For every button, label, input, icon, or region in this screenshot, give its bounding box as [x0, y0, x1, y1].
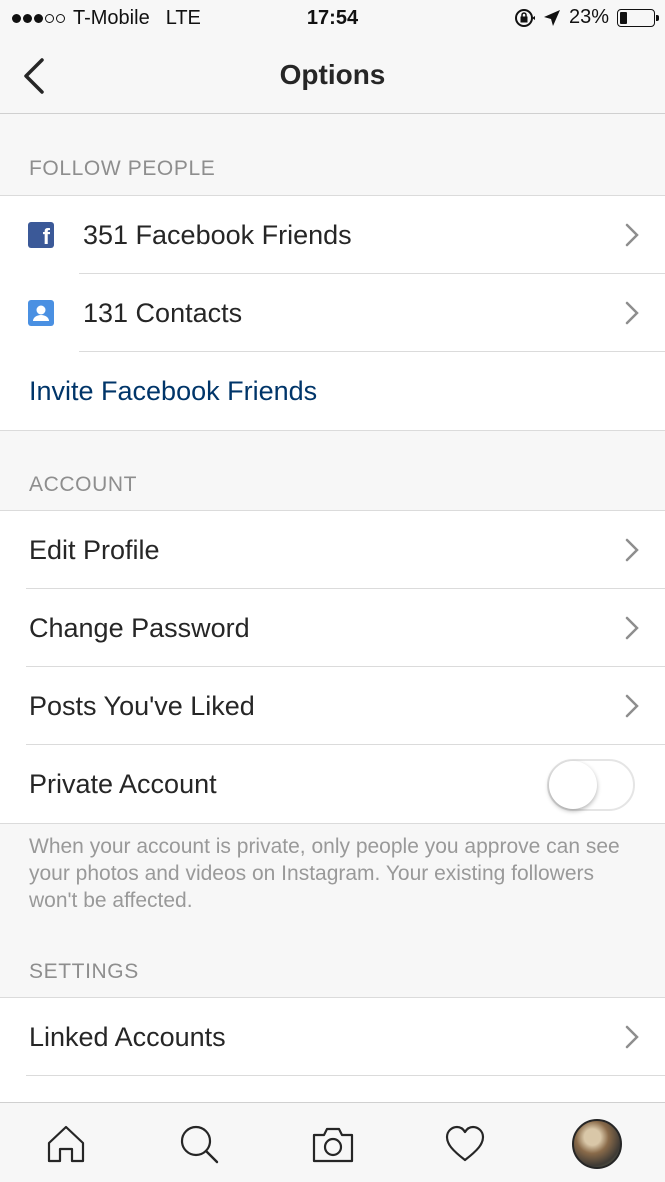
- rotation-lock-icon: [514, 8, 535, 27]
- status-bar: T-Mobile LTE 17:54 23%: [0, 0, 665, 38]
- row-label: Edit Profile: [29, 534, 160, 565]
- row-label: Linked Accounts: [29, 1021, 226, 1052]
- row-label: Posts You've Liked: [29, 690, 255, 721]
- battery-percent: 23%: [568, 6, 609, 28]
- tab-bar: [0, 1102, 665, 1182]
- change-password-row[interactable]: Change Password: [0, 589, 665, 667]
- settings-group: Linked Accounts: [0, 997, 665, 1106]
- toggle-knob: [549, 761, 597, 809]
- section-header-follow-people: FOLLOW PEOPLE: [29, 157, 216, 180]
- invite-facebook-friends-row[interactable]: Invite Facebook Friends: [0, 352, 665, 430]
- invite-facebook-friends-link[interactable]: Invite Facebook Friends: [29, 376, 317, 407]
- follow-people-group: f 351 Facebook Friends 131 Contacts Invi…: [0, 195, 665, 431]
- chevron-right-icon: [625, 1025, 639, 1049]
- navigation-bar: Options: [0, 38, 665, 114]
- location-arrow-icon: [543, 9, 560, 26]
- section-header-settings: SETTINGS: [29, 960, 139, 983]
- facebook-icon: f: [28, 222, 54, 248]
- contacts-icon: [28, 300, 54, 326]
- posts-liked-row[interactable]: Posts You've Liked: [0, 667, 665, 745]
- section-header-account: ACCOUNT: [29, 473, 138, 496]
- page-title: Options: [279, 59, 386, 90]
- chevron-right-icon: [625, 616, 639, 640]
- chevron-right-icon: [625, 694, 639, 718]
- private-account-row: Private Account: [0, 745, 665, 823]
- chevron-right-icon: [625, 301, 639, 325]
- chevron-right-icon: [625, 223, 639, 247]
- battery-icon: [617, 8, 659, 27]
- row-label: 131 Contacts: [83, 297, 243, 328]
- linked-accounts-row[interactable]: Linked Accounts: [0, 998, 665, 1076]
- chevron-right-icon: [625, 538, 639, 562]
- account-group: Edit Profile Change Password Posts You'v…: [0, 510, 665, 824]
- private-account-toggle[interactable]: [547, 759, 635, 811]
- status-right: 23%: [513, 6, 659, 29]
- home-icon: [47, 1125, 85, 1163]
- facebook-friends-row[interactable]: f 351 Facebook Friends: [0, 196, 665, 274]
- row-label: 351 Facebook Friends: [83, 219, 352, 250]
- row-label: Private Account: [29, 768, 217, 799]
- edit-profile-row[interactable]: Edit Profile: [0, 511, 665, 589]
- camera-tab[interactable]: [311, 1123, 354, 1165]
- search-tab[interactable]: [178, 1123, 220, 1165]
- private-account-footnote: When your account is private, only peopl…: [29, 835, 620, 912]
- home-tab[interactable]: [45, 1123, 87, 1165]
- search-icon: [180, 1125, 219, 1164]
- camera-icon: [312, 1127, 354, 1163]
- row-label: Change Password: [29, 612, 250, 643]
- contacts-row[interactable]: 131 Contacts: [0, 274, 665, 352]
- profile-avatar[interactable]: [572, 1119, 622, 1169]
- heart-icon: [445, 1125, 485, 1162]
- activity-tab[interactable]: [444, 1123, 486, 1165]
